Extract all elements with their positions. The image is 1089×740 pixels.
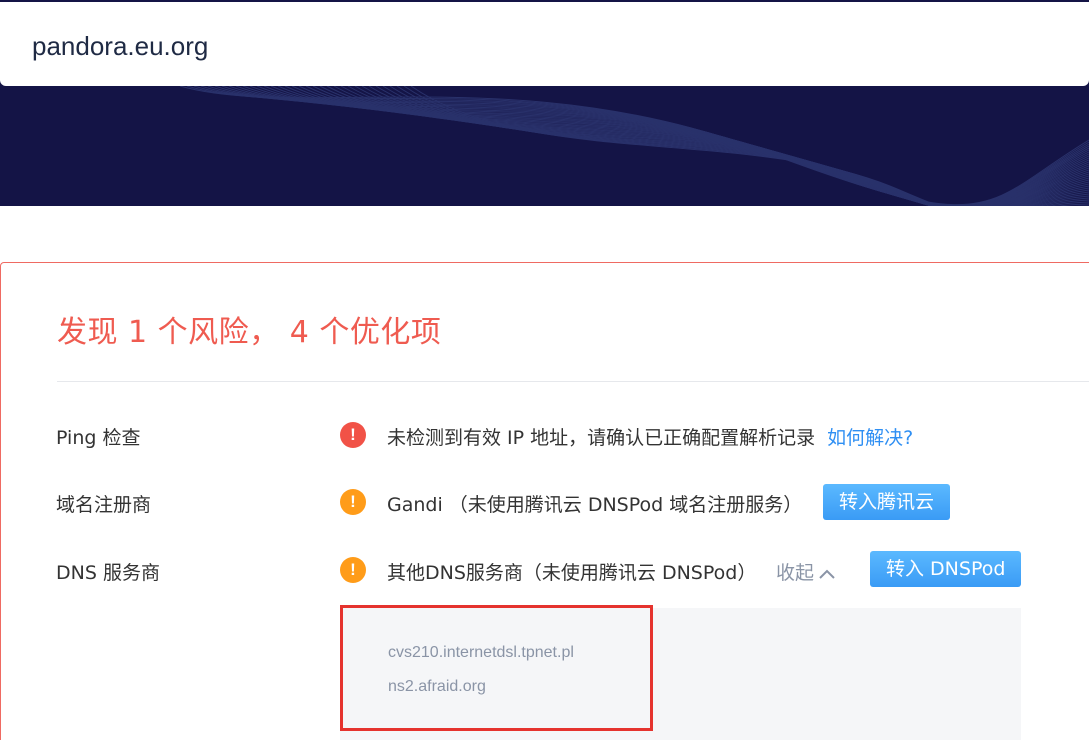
highlight-box <box>340 605 653 731</box>
transfer-to-tencent-cloud-button[interactable]: 转入腾讯云 <box>823 484 951 520</box>
domain-search-box <box>0 0 1089 86</box>
check-message-text: 未检测到有效 IP 地址，请确认已正确配置解析记录 <box>387 427 816 449</box>
collapse-toggle[interactable]: 收起 <box>776 558 836 585</box>
collapse-label: 收起 <box>776 562 815 584</box>
wave-line <box>361 85 1089 206</box>
check-label: DNS 服务商 <box>56 562 160 584</box>
check-label: 域名注册商 <box>56 494 152 516</box>
check-row-dns: DNS 服务商 ! 其他DNS服务商（未使用腾讯云 DNSPod） 收起 转入 … <box>0 550 1089 590</box>
nameserver-item: cvs210.internetdsl.tpnet.pl <box>388 644 574 661</box>
exclamation-circle-icon: ! <box>340 557 366 583</box>
domain-search-input[interactable] <box>32 24 1072 68</box>
check-row-ping: Ping 检查 ! 未检测到有效 IP 地址，请确认已正确配置解析记录 如何解决? <box>0 415 1089 455</box>
how-to-fix-link[interactable]: 如何解决? <box>827 427 913 449</box>
check-row-registrar: 域名注册商 ! Gandi （未使用腾讯云 DNSPod 域名注册服务） 转入腾… <box>0 482 1089 522</box>
check-message: 其他DNS服务商（未使用腾讯云 DNSPod） <box>387 562 757 584</box>
exclamation-circle-icon: ! <box>340 422 366 448</box>
transfer-to-dnspod-button[interactable]: 转入 DNSPod <box>870 551 1022 587</box>
nameserver-item: ns2.afraid.org <box>388 678 486 695</box>
chevron-up-icon <box>819 569 835 579</box>
exclamation-circle-icon: ! <box>340 489 366 515</box>
wave-line <box>179 85 1089 206</box>
check-message: 未检测到有效 IP 地址，请确认已正确配置解析记录 如何解决? <box>387 423 913 450</box>
divider <box>57 381 1089 382</box>
summary-title: 发现 1 个风险， 4 个优化项 <box>57 315 442 350</box>
check-message: Gandi （未使用腾讯云 DNSPod 域名注册服务） <box>387 494 803 516</box>
check-label: Ping 检查 <box>56 427 141 449</box>
